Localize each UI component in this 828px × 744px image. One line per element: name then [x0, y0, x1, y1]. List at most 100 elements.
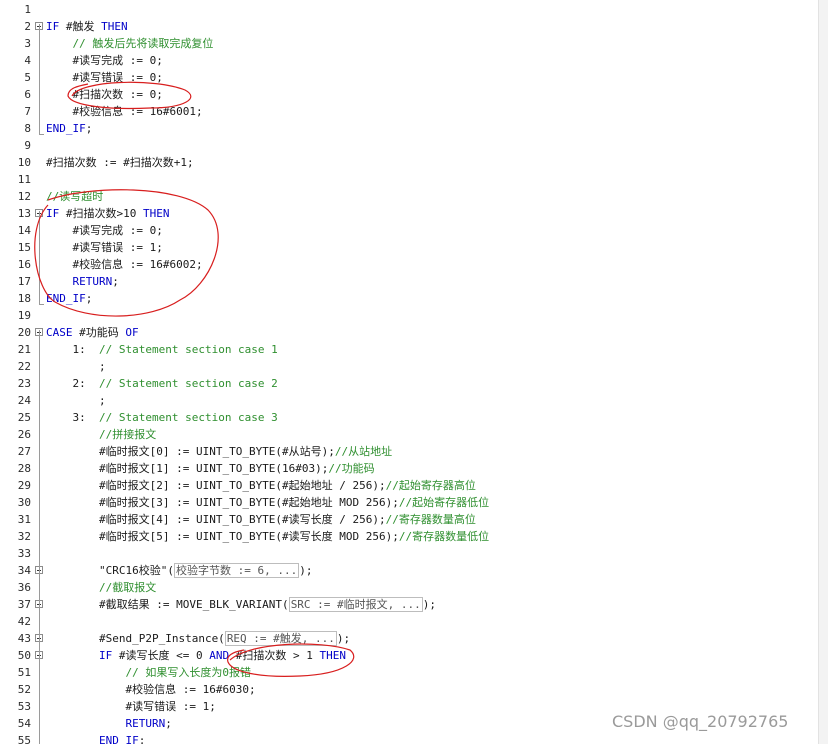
code-text[interactable]: #校验信息 := 16#6030;: [46, 681, 255, 698]
code-text[interactable]: RETURN;: [46, 273, 119, 290]
code-text[interactable]: IF #扫描次数>10 THEN: [46, 205, 170, 222]
code-line[interactable]: 32 #临时报文[5] := UINT_TO_BYTE(#读写长度 MOD 25…: [0, 528, 818, 545]
code-text[interactable]: #读写错误 := 1;: [46, 698, 215, 715]
code-line[interactable]: 51 // 如果写入长度为0报错: [0, 664, 818, 681]
code-line[interactable]: 43 #Send_P2P_Instance(REQ := #触发, ...);: [0, 630, 818, 647]
code-text[interactable]: #Send_P2P_Instance(REQ := #触发, ...);: [46, 630, 350, 647]
code-text[interactable]: #校验信息 := 16#6002;: [46, 256, 202, 273]
code-line[interactable]: 52 #校验信息 := 16#6030;: [0, 681, 818, 698]
code-text[interactable]: #临时报文[0] := UINT_TO_BYTE(#从站号);//从站地址: [46, 443, 392, 460]
code-line[interactable]: 16 #校验信息 := 16#6002;: [0, 256, 818, 273]
code-line[interactable]: 24 ;: [0, 392, 818, 409]
code-token: ;: [85, 292, 93, 305]
collapsed-params-box[interactable]: SRC := #临时报文, ...: [288, 597, 423, 612]
code-line[interactable]: 14 #读写完成 := 0;: [0, 222, 818, 239]
code-text[interactable]: CASE #功能码 OF: [46, 324, 139, 341]
code-text[interactable]: #校验信息 := 16#6001;: [46, 103, 202, 120]
code-text[interactable]: ;: [46, 392, 106, 409]
code-line[interactable]: 33: [0, 545, 818, 562]
code-text[interactable]: #临时报文[2] := UINT_TO_BYTE(#起始地址 / 256);//…: [46, 477, 476, 494]
vertical-scrollbar[interactable]: [818, 0, 828, 744]
code-line[interactable]: 1: [0, 1, 818, 18]
code-line[interactable]: 25 3: // Statement section case 3: [0, 409, 818, 426]
code-line[interactable]: 10 #扫描次数 := #扫描次数+1;: [0, 154, 818, 171]
code-line[interactable]: 18 END_IF;: [0, 290, 818, 307]
code-line[interactable]: 21 1: // Statement section case 1: [0, 341, 818, 358]
line-number: 13: [17, 207, 31, 220]
code-text[interactable]: #临时报文[5] := UINT_TO_BYTE(#读写长度 MOD 256);…: [46, 528, 489, 545]
code-line[interactable]: 20 CASE #功能码 OF: [0, 324, 818, 341]
code-line[interactable]: 27 #临时报文[0] := UINT_TO_BYTE(#从站号);//从站地址: [0, 443, 818, 460]
code-line[interactable]: 30 #临时报文[3] := UINT_TO_BYTE(#起始地址 MOD 25…: [0, 494, 818, 511]
code-text[interactable]: #读写完成 := 0;: [46, 52, 162, 69]
code-editor[interactable]: 1 2 IF #触发 THEN 3 // 触发后先将读取完成复位 4 #读写完成 := …: [0, 0, 828, 744]
code-text[interactable]: END_IF;: [46, 732, 145, 744]
code-text[interactable]: #读写完成 := 0;: [46, 222, 162, 239]
code-line[interactable]: 22 ;: [0, 358, 818, 375]
code-text[interactable]: #读写错误 := 1;: [46, 239, 162, 256]
collapsed-params-box[interactable]: 校验字节数 := 6, ...: [173, 563, 300, 578]
code-text[interactable]: IF #触发 THEN: [46, 18, 128, 35]
code-text[interactable]: 1: // Statement section case 1: [46, 341, 277, 358]
code-line[interactable]: 34 "CRC16校验"(校验字节数 := 6, ...);: [0, 562, 818, 579]
code-line[interactable]: 50 IF #读写长度 <= 0 AND #扫描次数 > 1 THEN: [0, 647, 818, 664]
code-token: #触发: [65, 20, 102, 33]
code-line[interactable]: 12 //读写超时: [0, 188, 818, 205]
code-token: #读写长度 <= 0: [118, 649, 210, 662]
code-line[interactable]: 13 IF #扫描次数>10 THEN: [0, 205, 818, 222]
code-text[interactable]: ;: [46, 358, 106, 375]
comment-token: //寄存器数量低位: [398, 530, 490, 543]
code-text[interactable]: #扫描次数 := 0;: [46, 86, 163, 103]
code-text[interactable]: 2: // Statement section case 2: [46, 375, 277, 392]
code-line[interactable]: 4 #读写完成 := 0;: [0, 52, 818, 69]
watermark: CSDN @qq_20792765: [612, 712, 789, 731]
code-line[interactable]: 31 #临时报文[4] := UINT_TO_BYTE(#读写长度 / 256)…: [0, 511, 818, 528]
code-line[interactable]: 28 #临时报文[1] := UINT_TO_BYTE(16#03);//功能码: [0, 460, 818, 477]
code-text[interactable]: #读写错误 := 0;: [46, 69, 162, 86]
code-line[interactable]: 36 //截取报文: [0, 579, 818, 596]
keyword-token: END_IF: [98, 734, 139, 744]
code-text[interactable]: END_IF;: [46, 290, 92, 307]
code-text[interactable]: // 触发后先将读取完成复位: [46, 35, 214, 52]
code-token: 3:: [46, 411, 99, 424]
code-line[interactable]: 17 RETURN;: [0, 273, 818, 290]
code-text[interactable]: END_IF;: [46, 120, 92, 137]
code-line[interactable]: 15 #读写错误 := 1;: [0, 239, 818, 256]
code-line[interactable]: 55 END_IF;: [0, 732, 818, 744]
code-line[interactable]: 8 END_IF;: [0, 120, 818, 137]
code-text[interactable]: #临时报文[3] := UINT_TO_BYTE(#起始地址 MOD 256);…: [46, 494, 489, 511]
code-text[interactable]: #截取结果 := MOVE_BLK_VARIANT(SRC := #临时报文, …: [46, 596, 436, 613]
code-token: #扫描次数 := 0;: [46, 88, 163, 101]
code-line[interactable]: 19: [0, 307, 818, 324]
code-line[interactable]: 29 #临时报文[2] := UINT_TO_BYTE(#起始地址 / 256)…: [0, 477, 818, 494]
code-line[interactable]: 37 #截取结果 := MOVE_BLK_VARIANT(SRC := #临时报…: [0, 596, 818, 613]
code-token: ;: [138, 734, 146, 744]
code-text[interactable]: //拼接报文: [46, 426, 156, 443]
code-text[interactable]: #临时报文[4] := UINT_TO_BYTE(#读写长度 / 256);//…: [46, 511, 476, 528]
code-text[interactable]: // 如果写入长度为0报错: [46, 664, 251, 681]
code-line[interactable]: 9: [0, 137, 818, 154]
code-text[interactable]: IF #读写长度 <= 0 AND #扫描次数 > 1 THEN: [46, 647, 346, 664]
line-number: 31: [17, 513, 31, 526]
code-text[interactable]: //读写超时: [46, 188, 103, 205]
code-line[interactable]: 2 IF #触发 THEN: [0, 18, 818, 35]
line-number: 27: [17, 445, 31, 458]
code-text[interactable]: #临时报文[1] := UINT_TO_BYTE(16#03);//功能码: [46, 460, 375, 477]
code-line[interactable]: 7 #校验信息 := 16#6001;: [0, 103, 818, 120]
code-line[interactable]: 5 #读写错误 := 0;: [0, 69, 818, 86]
code-text[interactable]: //截取报文: [46, 579, 156, 596]
code-line[interactable]: 6 #扫描次数 := 0;: [0, 86, 818, 103]
code-line[interactable]: 11: [0, 171, 818, 188]
code-line[interactable]: 3 // 触发后先将读取完成复位: [0, 35, 818, 52]
code-line[interactable]: 42: [0, 613, 818, 630]
code-text[interactable]: "CRC16校验"(校验字节数 := 6, ...);: [46, 562, 312, 579]
keyword-token: CASE: [46, 326, 80, 339]
collapsed-params-box[interactable]: REQ := #触发, ...: [224, 631, 337, 646]
code-line[interactable]: 23 2: // Statement section case 2: [0, 375, 818, 392]
code-text[interactable]: RETURN;: [46, 715, 171, 732]
code-line[interactable]: 26 //拼接报文: [0, 426, 818, 443]
code-text[interactable]: 3: // Statement section case 3: [46, 409, 277, 426]
code-text[interactable]: #扫描次数 := #扫描次数+1;: [46, 154, 194, 171]
